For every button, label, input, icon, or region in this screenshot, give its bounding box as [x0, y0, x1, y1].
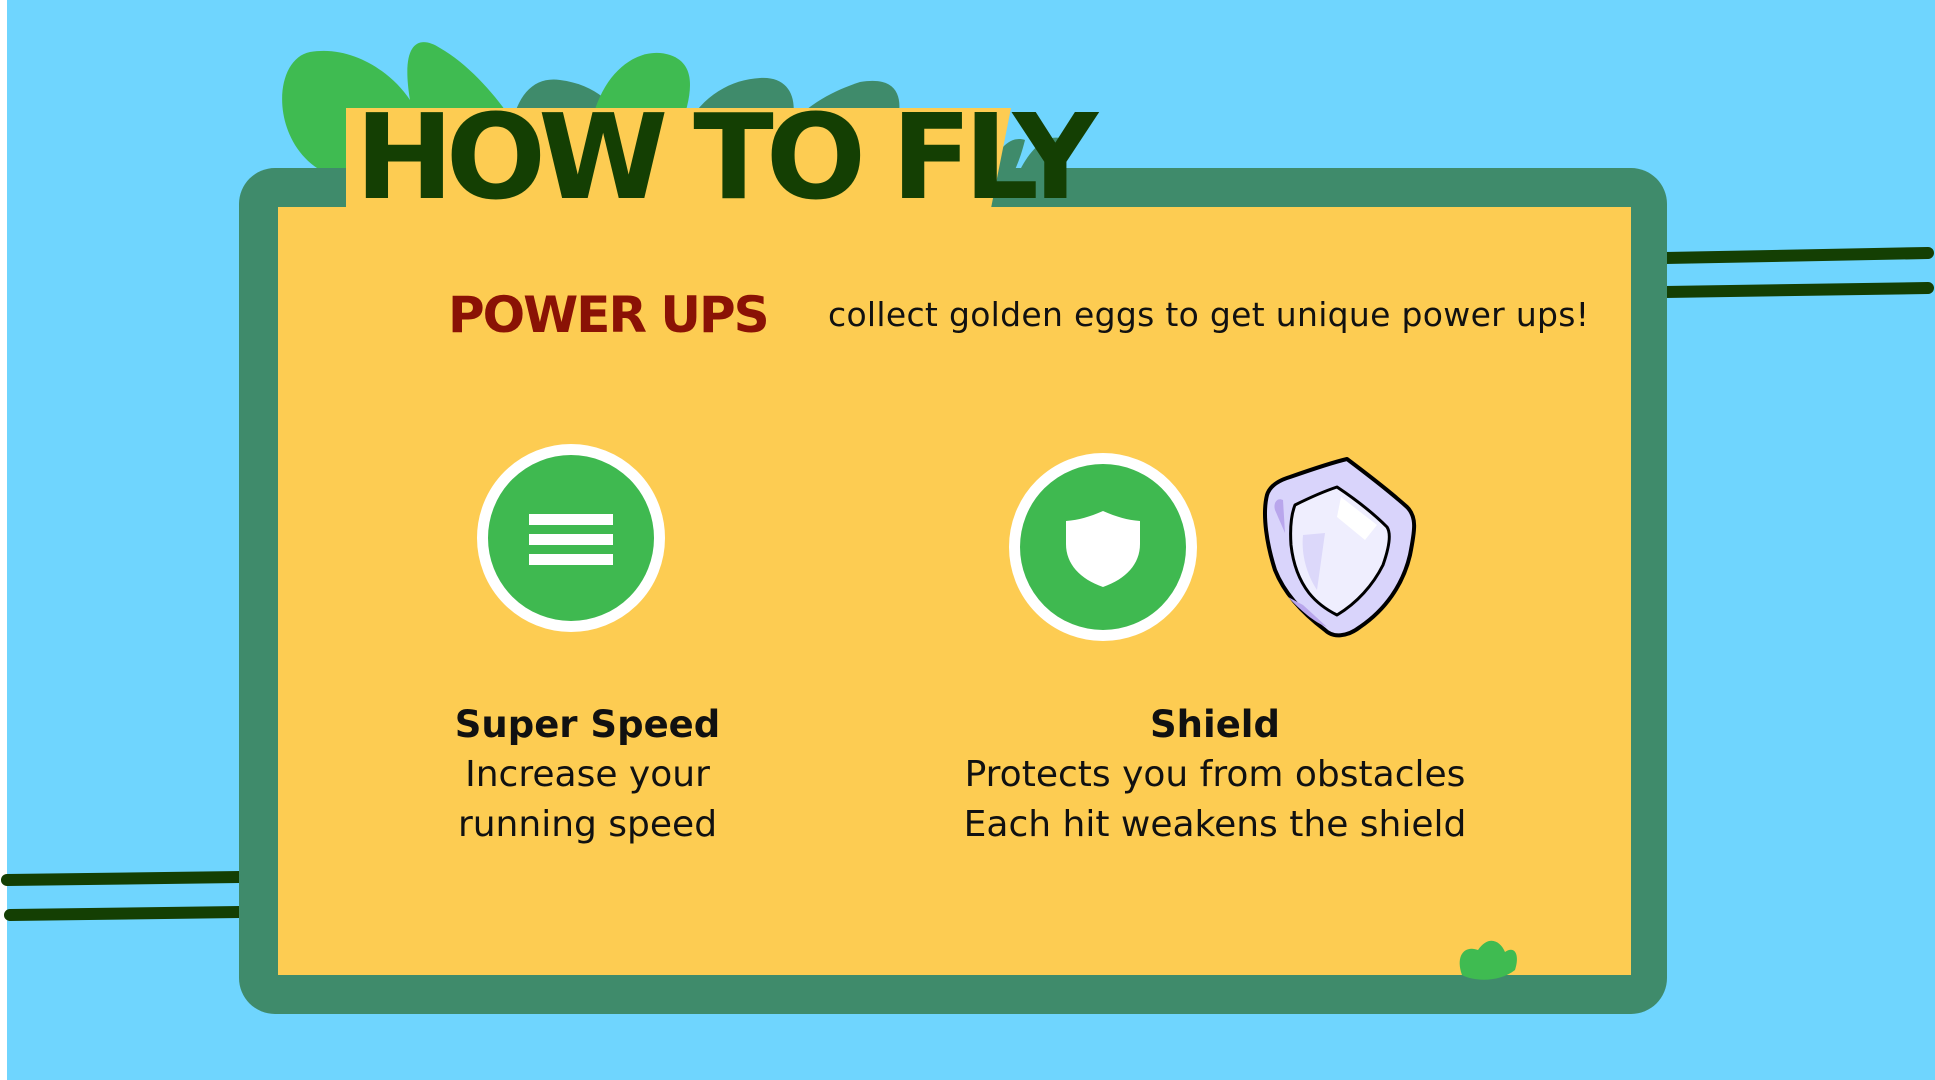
section-label: POWER UPS — [448, 286, 770, 344]
shield-title: Shield — [1150, 703, 1280, 746]
shield-line-1: Protects you from obstacles — [964, 754, 1466, 795]
super-speed-icon-badge — [477, 444, 665, 632]
shield-line-2: Each hit weakens the shield — [963, 804, 1467, 845]
shield-icon-badge — [1009, 453, 1197, 641]
menu-lines-icon — [529, 514, 613, 565]
super-speed-line-1: Increase your — [465, 754, 710, 795]
super-speed-line-2: running speed — [457, 804, 718, 845]
shield-icon — [1066, 511, 1140, 587]
section-description: collect golden eggs to get unique power … — [828, 295, 1590, 334]
shield-card: Shield Protects you from obstacles Each … — [920, 700, 1510, 850]
super-speed-card: Super Speed Increase your running speed — [380, 700, 795, 850]
crystal-shield-icon — [1263, 457, 1417, 638]
super-speed-title: Super Speed — [454, 703, 721, 746]
page-title: HOW TO FLY — [355, 88, 1098, 226]
